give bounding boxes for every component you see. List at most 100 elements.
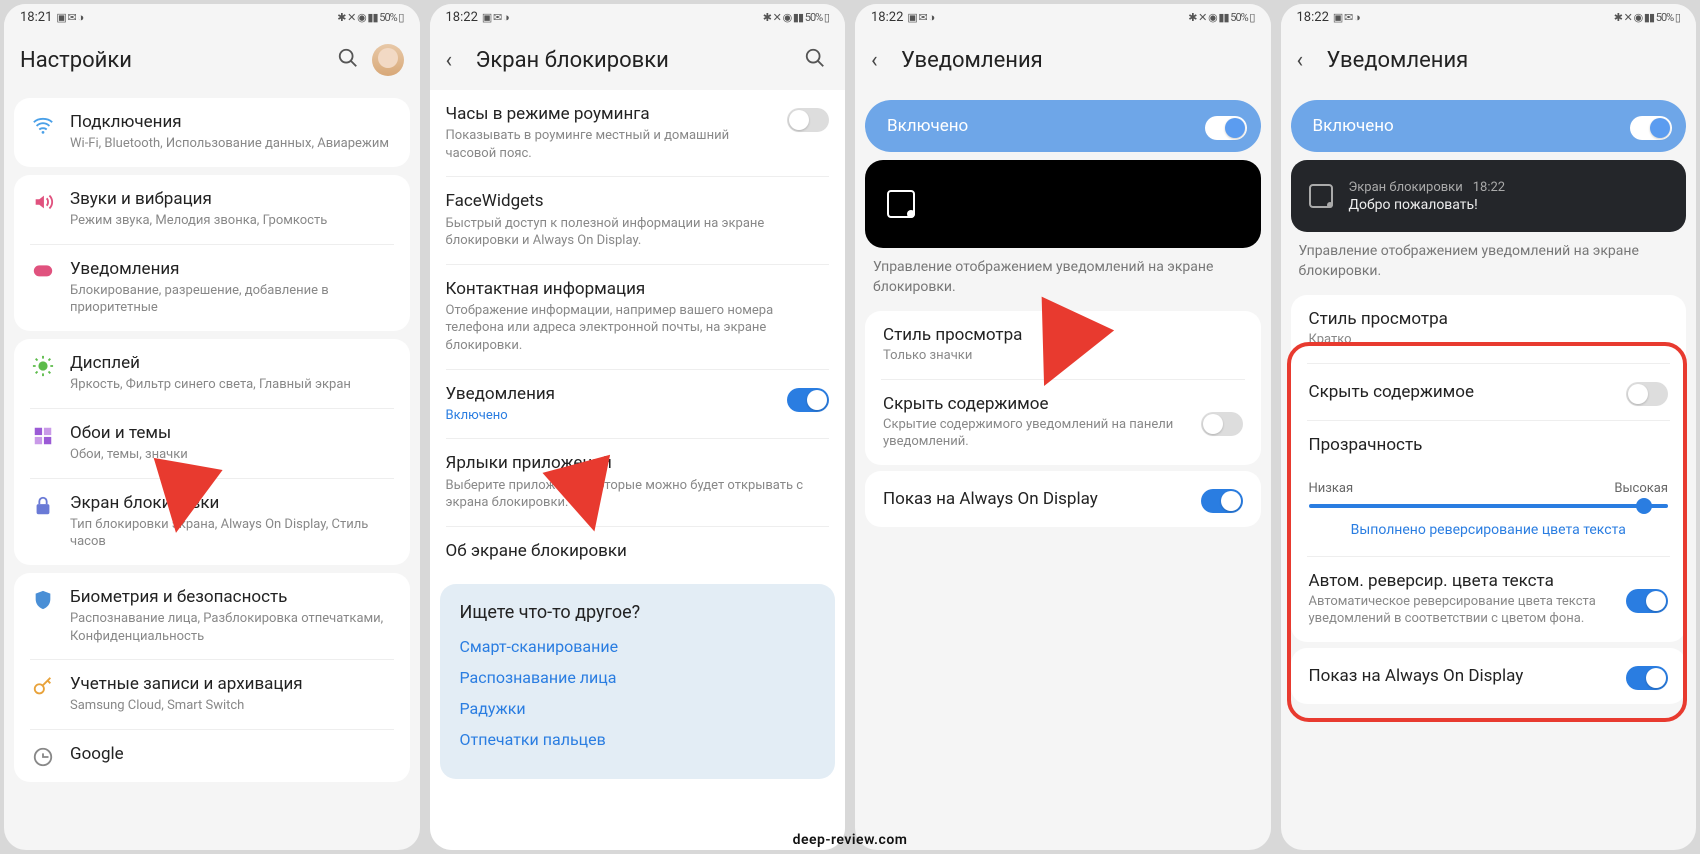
google-icon xyxy=(30,746,56,768)
settings-row-display[interactable]: ДисплейЯркость, Фильтр синего света, Гла… xyxy=(14,339,410,408)
header: ‹ Уведомления xyxy=(1281,30,1697,90)
row-show-on-aod[interactable]: Показ на Always On Display xyxy=(865,471,1261,527)
toggle-hide-content[interactable] xyxy=(1626,382,1668,406)
notif-scroll[interactable]: Включено Управление отображением уведомл… xyxy=(855,90,1271,850)
row-about-lockscreen[interactable]: Об экране блокировки xyxy=(430,527,846,576)
search-panel-title: Ищете что-то другое? xyxy=(460,602,816,623)
back-button[interactable]: ‹ xyxy=(1297,48,1327,73)
page-title: Уведомления xyxy=(1327,48,1681,73)
toggle-notifications[interactable] xyxy=(787,388,829,412)
settings-row-lockscreen[interactable]: Экран блокировкиТип блокировки экрана, A… xyxy=(14,479,410,565)
status-bar: 18:22 ▣ ✉ ◑ ✱ ✕ ◉ ▮▮ 50% ▯ xyxy=(855,4,1271,30)
preview-time: 18:22 xyxy=(1473,180,1505,195)
status-bar: 18:21 ▣ ✉ ◑ ✱ ✕ ◉ ▮▮ 50% ▯ xyxy=(4,4,420,30)
preview-app-icon xyxy=(887,190,915,218)
toggle-auto-reverse-text[interactable] xyxy=(1626,589,1668,613)
settings-row-biometrics[interactable]: Биометрия и безопасностьРаспознавание ли… xyxy=(14,573,410,659)
screen-lock-notifications-a: 18:22 ▣ ✉ ◑ ✱ ✕ ◉ ▮▮ 50% ▯ ‹ Уведомления… xyxy=(855,4,1271,850)
page-title: Настройки xyxy=(20,48,334,73)
watermark: deep-review.com xyxy=(793,832,908,848)
stage: 18:21 ▣ ✉ ◑ ✱ ✕ ◉ ▮▮ 50% ▯ Настройки Под… xyxy=(0,0,1700,854)
display-icon xyxy=(30,355,56,377)
settings-row-wallpaper[interactable]: Обои и темыОбои, темы, значки xyxy=(14,409,410,478)
toggle-show-on-aod[interactable] xyxy=(1201,489,1243,513)
search-link[interactable]: Смарт-сканирование xyxy=(460,637,816,656)
row-auto-reverse-text[interactable]: Автом. реверсир. цвета текста Автоматиче… xyxy=(1291,557,1687,642)
status-bar: 18:22 ▣ ✉ ◑ ✱ ✕ ◉ ▮▮ 50% ▯ xyxy=(430,4,846,30)
transparency-slider-wrap: Низкая Высокая Выполнено реверсирование … xyxy=(1291,469,1687,556)
master-toggle-label: Включено xyxy=(1313,116,1394,136)
master-toggle-bar[interactable]: Включено xyxy=(1291,100,1687,152)
status-right-icons: ✱ ✕ ◉ ▮▮ 50% ▯ xyxy=(337,11,403,24)
screen-lock-notifications-b: 18:22 ▣ ✉ ◑ ✱ ✕ ◉ ▮▮ 50% ▯ ‹ Уведомления… xyxy=(1281,4,1697,850)
preview-app-icon xyxy=(1309,184,1333,208)
settings-row-connections[interactable]: ПодключенияWi-Fi, Bluetooth, Использован… xyxy=(14,98,410,167)
notif-card: Показ на Always On Display xyxy=(865,471,1261,527)
notif-card: Стиль просмотра Только значки Скрыть сод… xyxy=(865,311,1261,465)
settings-scroll[interactable]: ПодключенияWi-Fi, Bluetooth, Использован… xyxy=(4,90,420,850)
header: Настройки xyxy=(4,30,420,90)
section-description: Управление отображением уведомлений на э… xyxy=(1299,242,1679,281)
row-show-on-aod[interactable]: Показ на Always On Display xyxy=(1291,648,1687,704)
screen-settings: 18:21 ▣ ✉ ◑ ✱ ✕ ◉ ▮▮ 50% ▯ Настройки Под… xyxy=(4,4,420,850)
search-icon[interactable] xyxy=(334,47,362,74)
row-view-style[interactable]: Стиль просмотра Только значки xyxy=(865,311,1261,379)
notif-icon xyxy=(30,261,56,279)
sound-icon xyxy=(30,191,56,213)
row-contact-info[interactable]: Контактная информацияОтображение информа… xyxy=(430,265,846,369)
notification-preview: Экран блокировки 18:22 Добро пожаловать! xyxy=(1291,160,1687,232)
status-notif-icons: ▣ ✉ ◑ xyxy=(56,11,83,24)
preview-app-name: Экран блокировки xyxy=(1349,180,1463,195)
notif-card: Показ на Always On Display xyxy=(1291,648,1687,704)
transparency-slider[interactable] xyxy=(1309,504,1669,508)
master-toggle[interactable] xyxy=(1205,116,1247,140)
back-button[interactable]: ‹ xyxy=(446,48,476,73)
settings-row-accounts[interactable]: Учетные записи и архивацияSamsung Cloud,… xyxy=(14,660,410,729)
settings-group: ПодключенияWi-Fi, Bluetooth, Использован… xyxy=(14,98,410,167)
screen-lockscreen: 18:22 ▣ ✉ ◑ ✱ ✕ ◉ ▮▮ 50% ▯ ‹ Экран блоки… xyxy=(430,4,846,850)
header: ‹ Экран блокировки xyxy=(430,30,846,90)
toggle-hide-content[interactable] xyxy=(1201,412,1243,436)
shield-icon xyxy=(30,589,56,611)
settings-row-google[interactable]: Google xyxy=(14,730,410,782)
settings-group: Биометрия и безопасностьРаспознавание ли… xyxy=(14,573,410,782)
master-toggle[interactable] xyxy=(1630,116,1672,140)
row-app-shortcuts[interactable]: Ярлыки приложенийВыберите приложения, ко… xyxy=(430,439,846,525)
notif-card: Стиль просмотра Кратко Скрыть содержимое… xyxy=(1291,295,1687,642)
notif-scroll[interactable]: Включено Экран блокировки 18:22 Добро пож… xyxy=(1281,90,1697,850)
row-hide-content[interactable]: Скрыть содержимое Скрытие содержимого ув… xyxy=(865,380,1261,465)
key-icon xyxy=(30,676,56,698)
lock-icon xyxy=(30,495,56,517)
section-description: Управление отображением уведомлений на э… xyxy=(873,258,1253,297)
wifi-icon xyxy=(30,114,56,136)
row-view-style[interactable]: Стиль просмотра Кратко xyxy=(1291,295,1687,363)
search-link[interactable]: Отпечатки пальцев xyxy=(460,730,816,749)
master-toggle-bar[interactable]: Включено xyxy=(865,100,1261,152)
row-facewidgets[interactable]: FaceWidgetsБыстрый доступ к полезной инф… xyxy=(430,177,846,263)
wallpaper-icon xyxy=(30,425,56,447)
avatar[interactable] xyxy=(372,44,404,76)
page-title: Уведомления xyxy=(901,48,1255,73)
header: ‹ Уведомления xyxy=(855,30,1271,90)
status-time: 18:21 xyxy=(20,10,52,25)
search-link[interactable]: Радужки xyxy=(460,699,816,718)
status-bar: 18:22 ▣ ✉ ◑ ✱ ✕ ◉ ▮▮ 50% ▯ xyxy=(1281,4,1697,30)
settings-row-sounds[interactable]: Звуки и вибрацияРежим звука, Мелодия зво… xyxy=(14,175,410,244)
row-notifications[interactable]: УведомленияВключено xyxy=(430,370,846,439)
search-panel: Ищете что-то другое? Смарт-сканирование … xyxy=(440,584,836,779)
toggle-roaming-clock[interactable] xyxy=(787,108,829,132)
toggle-show-on-aod[interactable] xyxy=(1626,666,1668,690)
page-title: Экран блокировки xyxy=(476,48,802,73)
back-button[interactable]: ‹ xyxy=(871,48,901,73)
preview-message: Добро пожаловать! xyxy=(1349,197,1506,213)
status-time: 18:22 xyxy=(1297,10,1329,25)
row-roaming-clock[interactable]: Часы в режиме роумингаПоказывать в роуми… xyxy=(430,90,846,176)
settings-row-notifications[interactable]: УведомленияБлокирование, разрешение, доб… xyxy=(14,245,410,331)
settings-group: ДисплейЯркость, Фильтр синего света, Гла… xyxy=(14,339,410,565)
slider-low-label: Низкая xyxy=(1309,481,1354,496)
search-link[interactable]: Распознавание лица xyxy=(460,668,816,687)
search-icon[interactable] xyxy=(801,47,829,74)
row-hide-content[interactable]: Скрыть содержимое xyxy=(1291,364,1687,420)
slider-thumb[interactable] xyxy=(1636,498,1652,514)
lockscreen-scroll[interactable]: Часы в режиме роумингаПоказывать в роуми… xyxy=(430,90,846,850)
